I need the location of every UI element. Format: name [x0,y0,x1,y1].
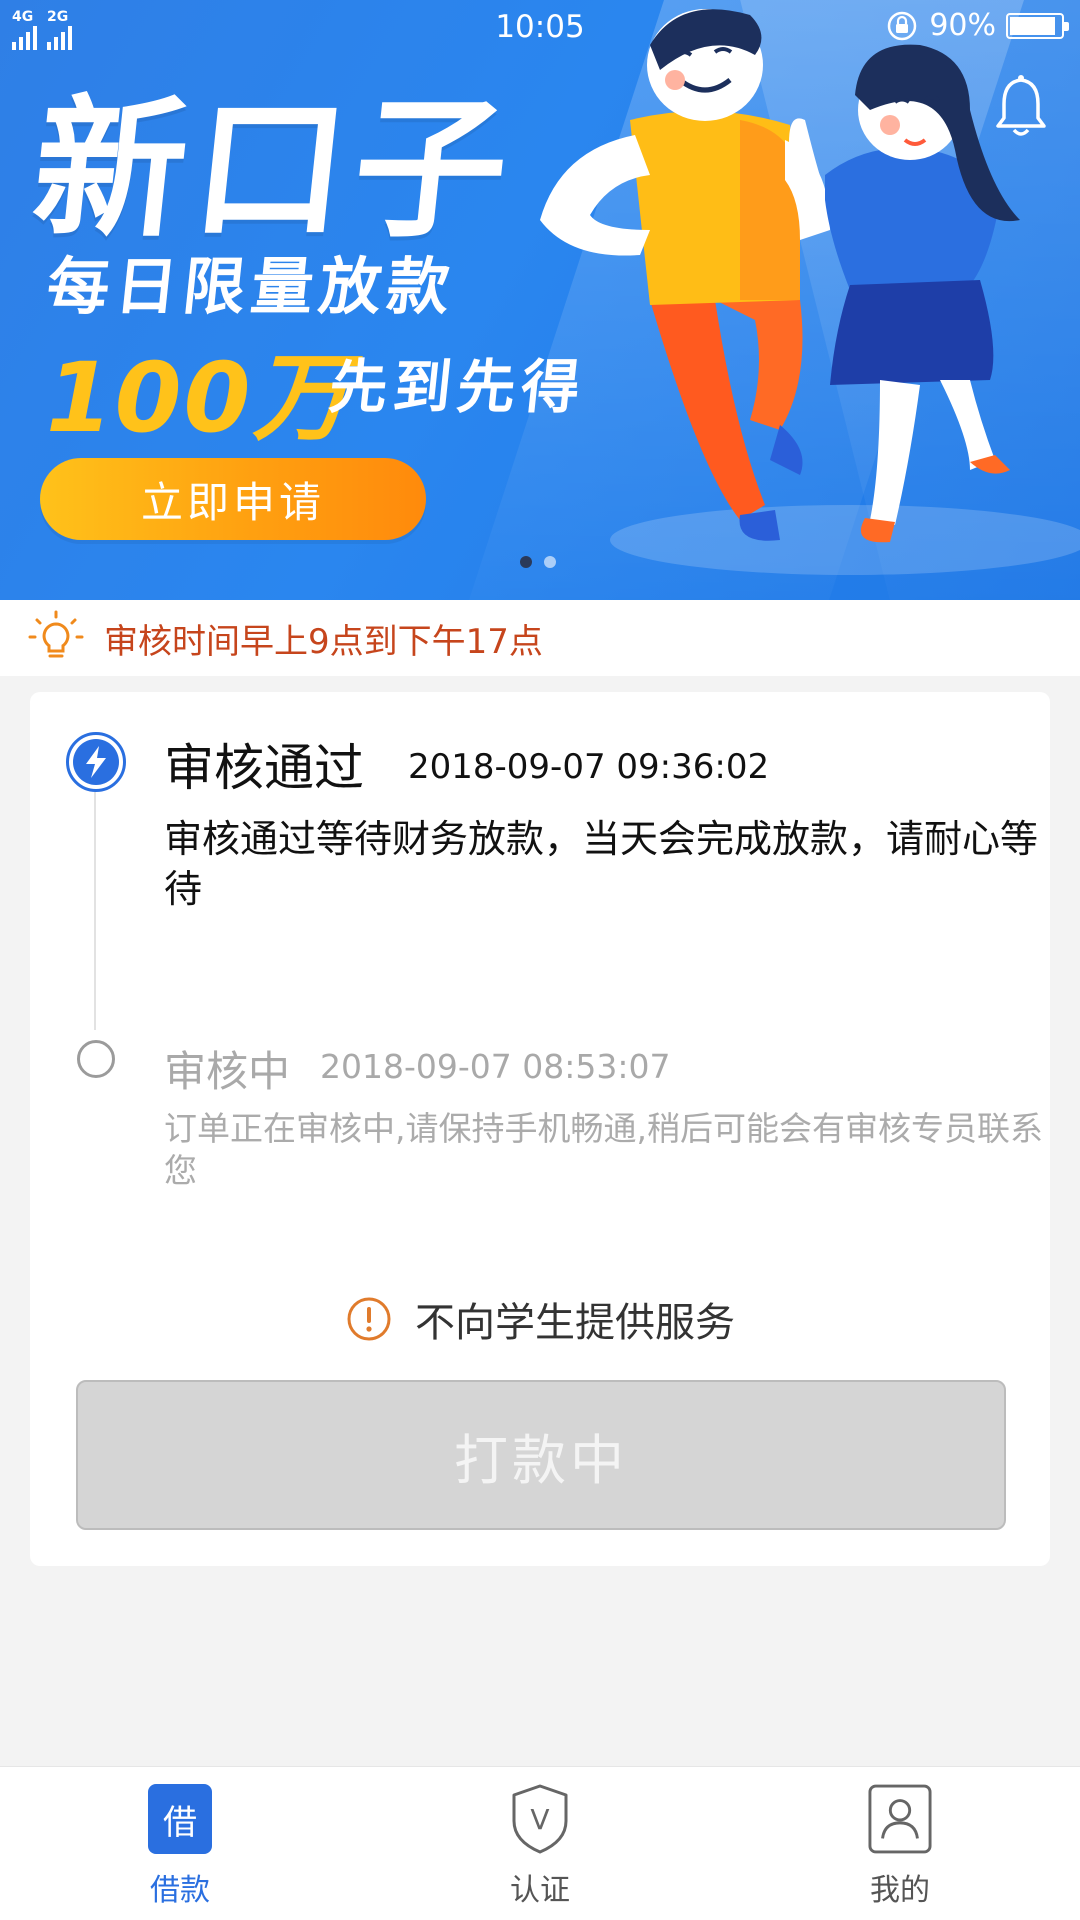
timeline-node-approved [66,732,126,792]
nav-item-verify[interactable]: V 认证 [440,1783,640,1909]
lightning-icon [73,739,119,785]
banner-title: 新口子 [25,81,524,258]
loan-icon: 借 [148,1784,212,1854]
dancing-couple-illustration [540,9,1020,543]
shield-v-icon: V [512,1784,568,1854]
timeline-connector [94,770,96,1030]
promo-banner[interactable]: 4G 2G 10:05 90% 新口子 每日限量放款 100万 先到先得 立即申… [0,0,1080,600]
man-figure [540,9,830,541]
paying-status-button[interactable]: 打款中 [76,1380,1006,1530]
woman-figure [789,44,1020,543]
warning-text: 不向学生提供服务 [415,1300,735,1346]
step-time-reviewing: 2018-09-07 08:53:07 [320,1047,671,1086]
lightbulb-icon [28,610,84,658]
timeline-node-reviewing [77,1040,115,1078]
nav-label-mine: 我的 [870,1873,930,1908]
step-title-reviewing: 审核中 [164,1047,291,1096]
loan-status-card: 审核通过 2018-09-07 09:36:02 审核通过等待财务放款，当天会完… [30,692,1050,1566]
carousel-dot-active[interactable] [520,556,532,568]
carousel-dot[interactable] [544,556,556,568]
step-title-approved: 审核通过 [164,739,364,797]
nav-label-loan: 借款 [150,1873,210,1908]
notice-text: 审核时间早上9点到下午17点 [104,621,543,662]
nav-item-loan[interactable]: 借 借款 [80,1783,280,1909]
apply-now-button[interactable]: 立即申请 [40,458,426,540]
user-icon [868,1784,932,1854]
banner-subtitle: 每日限量放款 [43,250,460,323]
banner-amount: 100万 [46,342,351,454]
exclamation-icon [347,1297,391,1341]
notification-bell-icon[interactable] [994,74,1048,140]
step-desc-approved: 审核通过等待财务放款，当天会完成放款，请耐心等待 [164,817,1039,911]
carousel-indicator [520,556,556,568]
nav-item-mine[interactable]: 我的 [800,1783,1000,1909]
student-warning: 不向学生提供服务 [30,1290,1050,1348]
svg-text:V: V [530,1803,549,1836]
bottom-navigation: 借 借款 V 认证 我的 [0,1766,1080,1920]
review-hours-notice: 审核时间早上9点到下午17点 [0,600,1080,676]
step-time-approved: 2018-09-07 09:36:02 [408,747,770,787]
nav-label-verify: 认证 [510,1873,570,1908]
step-desc-reviewing: 订单正在审核中,请保持手机畅通,稍后可能会有审核专员联系您 [164,1109,1043,1190]
